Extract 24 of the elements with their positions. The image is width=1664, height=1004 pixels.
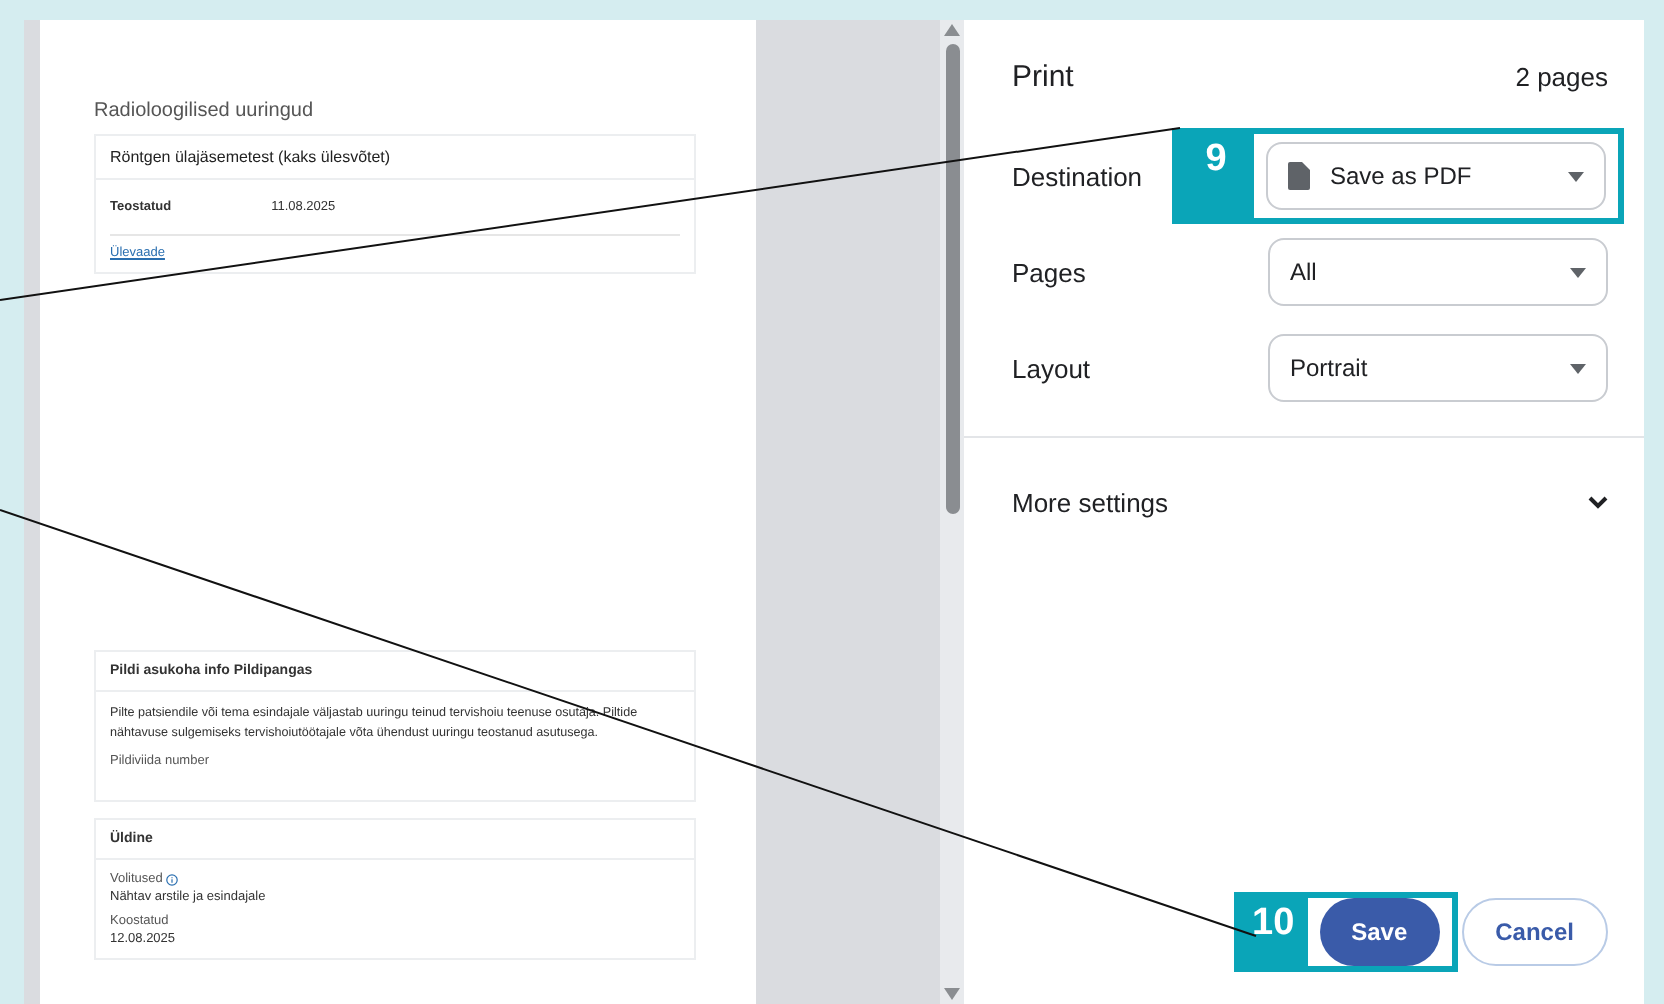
section-title: Radioloogilised uuringud — [94, 100, 316, 122]
info-icon[interactable] — [166, 873, 179, 886]
setting-label: Destination — [1012, 161, 1143, 191]
page-count: 2 pages — [1515, 61, 1608, 91]
callout-number: 10 — [1239, 898, 1308, 966]
card-title: Röntgen ülajäsemetest (kaks ülesvõtet) — [96, 136, 694, 180]
dropdown[interactable]: Save as PDF — [1266, 142, 1606, 210]
caret-icon — [1570, 363, 1586, 373]
save-button[interactable]: Save — [1319, 898, 1440, 966]
document-icon — [1288, 162, 1310, 190]
setting-label: Pages — [1012, 257, 1086, 287]
dropdown[interactable]: Portrait — [1268, 334, 1608, 402]
scroll-up-icon[interactable] — [944, 24, 960, 36]
scroll-down-icon[interactable] — [944, 988, 960, 1000]
more-settings-toggle[interactable]: More settings — [1012, 438, 1608, 566]
dialog-title: Print — [1012, 59, 1074, 93]
callout-number: 9 — [1178, 134, 1254, 218]
cancel-button[interactable]: Cancel — [1461, 898, 1608, 966]
dropdown[interactable]: All — [1268, 238, 1608, 306]
caret-icon — [1570, 267, 1586, 277]
scrollbar-thumb[interactable] — [945, 44, 959, 514]
caret-icon — [1568, 171, 1584, 181]
chevron-down-icon — [1588, 495, 1608, 509]
setting-label: Layout — [1012, 353, 1091, 383]
